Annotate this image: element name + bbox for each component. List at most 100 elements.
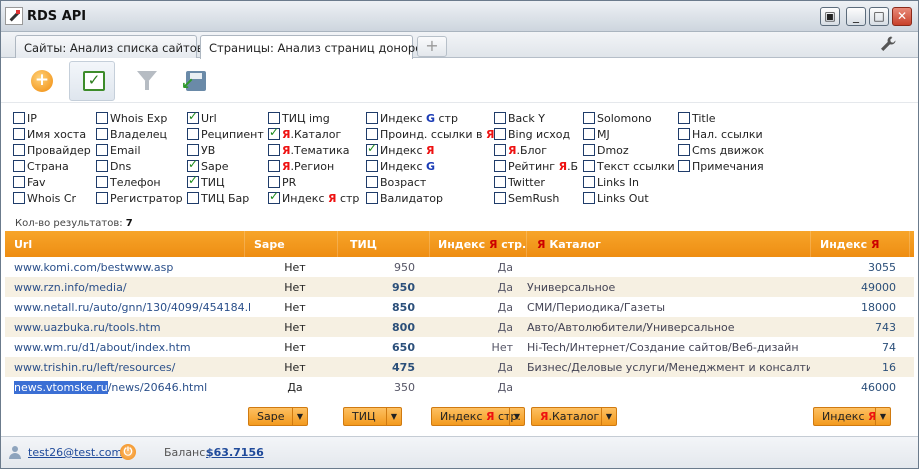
column-checkbox[interactable]: Dmoz bbox=[583, 144, 629, 159]
tab-sites-analysis[interactable]: Сайты: Анализ списка сайтов× bbox=[15, 35, 221, 58]
chevron-down-icon[interactable]: ▼ bbox=[601, 408, 616, 425]
column-checkbox[interactable]: Я.Тематика bbox=[268, 144, 349, 159]
chevron-down-icon[interactable]: ▼ bbox=[292, 408, 307, 425]
column-checkbox[interactable]: Регистратор bbox=[96, 192, 183, 207]
checkbox-unchecked[interactable] bbox=[583, 192, 595, 204]
checkbox-unchecked[interactable] bbox=[96, 112, 108, 124]
column-checkbox[interactable]: Back Y bbox=[494, 112, 545, 127]
cell-url[interactable]: www.wm.ru/d1/about/index.htm bbox=[14, 341, 250, 354]
column-checkbox[interactable]: Индекс G стр bbox=[366, 112, 458, 127]
checkbox-unchecked[interactable] bbox=[366, 192, 378, 204]
chevron-down-icon[interactable]: ▼ bbox=[875, 408, 890, 425]
table-row[interactable]: news.vtomske.ru/news/20646.html Да 350 Да 46… bbox=[5, 377, 914, 397]
column-checkbox[interactable]: Владелец bbox=[96, 128, 167, 143]
column-checkbox[interactable]: Url bbox=[187, 110, 217, 127]
column-checkbox[interactable]: IP bbox=[13, 112, 37, 127]
column-checkbox[interactable]: SemRush bbox=[494, 192, 559, 207]
column-checkbox[interactable]: MJ bbox=[583, 128, 610, 143]
header-url[interactable]: Url bbox=[14, 238, 32, 251]
header-yandex-catalog[interactable]: Я Каталог bbox=[537, 238, 601, 251]
checkbox-unchecked[interactable] bbox=[678, 128, 690, 140]
chevron-down-icon[interactable]: ▼ bbox=[386, 408, 401, 425]
checkbox-unchecked[interactable] bbox=[187, 192, 199, 204]
column-checkbox[interactable]: Whois Cr bbox=[13, 192, 76, 207]
checkbox-unchecked[interactable] bbox=[583, 176, 595, 188]
column-checkbox[interactable]: Я.Каталог bbox=[268, 126, 341, 143]
checkbox-unchecked[interactable] bbox=[494, 160, 506, 172]
table-row[interactable]: www.trishin.ru/left/resources/Нет 475 Да Би… bbox=[5, 357, 914, 377]
minimize-button[interactable]: _ bbox=[846, 7, 866, 26]
checkbox-unchecked[interactable] bbox=[13, 160, 25, 172]
column-checkbox[interactable]: Индекс Я стр bbox=[268, 190, 359, 207]
column-checkbox[interactable]: Cms движок bbox=[678, 144, 764, 159]
column-checkbox[interactable]: Email bbox=[96, 144, 141, 159]
checkbox-unchecked[interactable] bbox=[583, 144, 595, 156]
add-tab-button[interactable]: + bbox=[417, 36, 447, 57]
header-sape[interactable]: Sape bbox=[254, 238, 285, 251]
column-checkbox[interactable]: ТИЦ Бар bbox=[187, 192, 249, 207]
user-email-link[interactable]: test26@test.com bbox=[28, 446, 122, 459]
column-checkbox[interactable]: Проинд. ссылки в Я bbox=[366, 128, 495, 143]
cell-url[interactable]: www.trishin.ru/left/resources/ bbox=[14, 361, 250, 374]
checkbox-checked[interactable] bbox=[268, 126, 280, 140]
checkbox-unchecked[interactable] bbox=[96, 160, 108, 172]
checkbox-checked[interactable] bbox=[268, 190, 280, 204]
checkbox-unchecked[interactable] bbox=[268, 160, 280, 172]
checkbox-unchecked[interactable] bbox=[366, 160, 378, 172]
checkbox-unchecked[interactable] bbox=[366, 176, 378, 188]
column-checkbox[interactable]: Whois Exp bbox=[96, 112, 167, 127]
checkbox-unchecked[interactable] bbox=[13, 144, 25, 156]
checkbox-unchecked[interactable] bbox=[366, 112, 378, 124]
logout-power-icon[interactable]: ⏻ bbox=[120, 444, 136, 460]
wrench-icon[interactable] bbox=[879, 35, 899, 55]
checkbox-unchecked[interactable] bbox=[366, 128, 378, 140]
checkbox-unchecked[interactable] bbox=[13, 112, 25, 124]
column-checkbox[interactable]: Индекс G bbox=[366, 160, 435, 175]
cell-url[interactable]: www.komi.com/bestwww.asp bbox=[14, 261, 250, 274]
table-row[interactable]: www.wm.ru/d1/about/index.htm Нет 650 Нет Hi-… bbox=[5, 337, 914, 357]
column-checkbox[interactable]: Links In bbox=[583, 176, 639, 191]
checkbox-unchecked[interactable] bbox=[96, 176, 108, 188]
filter-yandex-catalog-button[interactable]: Я.Каталог ▼ bbox=[531, 407, 617, 426]
filter-yandex-index-button[interactable]: Индекс Я ▼ bbox=[813, 407, 891, 426]
column-checkbox[interactable]: Страна bbox=[13, 160, 69, 175]
column-checkbox[interactable]: ТИЦ bbox=[187, 174, 225, 191]
column-checkbox[interactable]: Fav bbox=[13, 176, 46, 191]
add-button[interactable]: + bbox=[17, 61, 63, 101]
columns-button[interactable]: ✓ bbox=[69, 61, 115, 101]
checkbox-checked[interactable] bbox=[187, 110, 199, 124]
chevron-down-icon[interactable]: ▼ bbox=[509, 408, 524, 425]
column-checkbox[interactable]: Я.Блог bbox=[494, 144, 547, 159]
column-checkbox[interactable]: Валидатор bbox=[366, 192, 443, 207]
column-checkbox[interactable]: Title bbox=[678, 112, 716, 127]
column-checkbox[interactable]: Twitter bbox=[494, 176, 545, 191]
checkbox-unchecked[interactable] bbox=[678, 144, 690, 156]
column-checkbox[interactable]: Я.Регион bbox=[268, 160, 334, 175]
checkbox-unchecked[interactable] bbox=[494, 144, 506, 156]
checkbox-unchecked[interactable] bbox=[96, 128, 108, 140]
checkbox-unchecked[interactable] bbox=[678, 160, 690, 172]
column-checkbox[interactable]: Индекс Я bbox=[366, 142, 434, 159]
checkbox-unchecked[interactable] bbox=[13, 192, 25, 204]
checkbox-unchecked[interactable] bbox=[583, 160, 595, 172]
header-yandex-index[interactable]: Индекс Я bbox=[820, 238, 879, 251]
column-checkbox[interactable]: Провайдер bbox=[13, 144, 91, 159]
checkbox-unchecked[interactable] bbox=[494, 128, 506, 140]
column-checkbox[interactable]: Dns bbox=[96, 160, 131, 175]
checkbox-unchecked[interactable] bbox=[678, 112, 690, 124]
checkbox-checked[interactable] bbox=[187, 158, 199, 172]
checkbox-unchecked[interactable] bbox=[494, 192, 506, 204]
checkbox-unchecked[interactable] bbox=[268, 144, 280, 156]
column-checkbox[interactable]: Текст ссылки bbox=[583, 160, 675, 175]
close-window-button[interactable]: ✕ bbox=[892, 7, 912, 26]
checkbox-unchecked[interactable] bbox=[96, 192, 108, 204]
column-checkbox[interactable]: Имя хоста bbox=[13, 128, 86, 143]
cell-url[interactable]: www.uazbuka.ru/tools.htm bbox=[14, 321, 250, 334]
tab-pages-analysis[interactable]: Страницы: Анализ страниц доноров× bbox=[200, 35, 446, 59]
cell-url[interactable]: www.rzn.info/media/ bbox=[14, 281, 250, 294]
column-checkbox[interactable]: Нал. ссылки bbox=[678, 128, 763, 143]
checkbox-checked[interactable] bbox=[366, 142, 378, 156]
table-row[interactable]: www.netall.ru/auto/gnn/130/4099/454184.h… bbox=[5, 297, 914, 317]
table-row[interactable]: www.rzn.info/media/Нет 950 Да Универсальное… bbox=[5, 277, 914, 297]
column-checkbox[interactable]: Возраст bbox=[366, 176, 426, 191]
